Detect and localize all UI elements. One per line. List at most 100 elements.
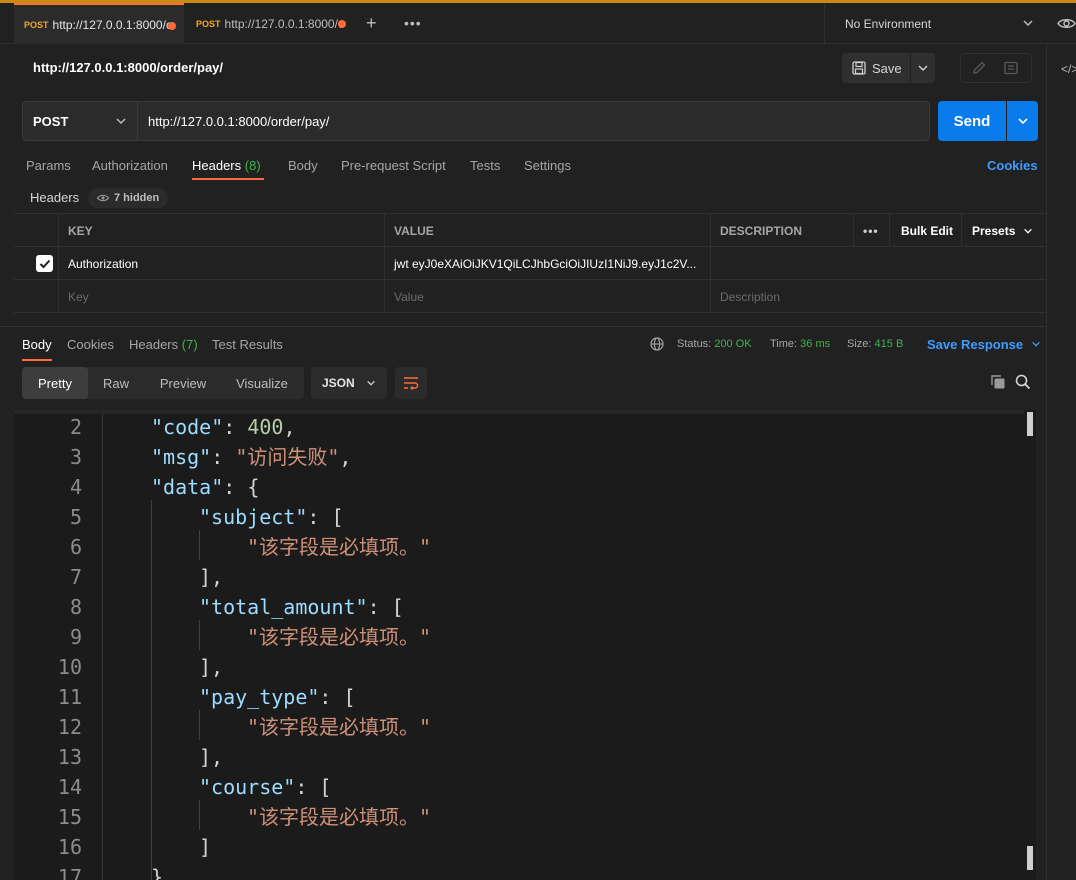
tab-authorization[interactable]: Authorization xyxy=(92,158,168,173)
code-token: "该字段是必填项。" xyxy=(247,805,432,829)
code-line: 13], xyxy=(14,742,1024,772)
hidden-headers-toggle[interactable]: 7 hidden xyxy=(88,188,169,208)
chevron-down-icon xyxy=(1017,118,1028,125)
request-tab[interactable]: POST http://127.0.0.1:8000/c xyxy=(186,3,354,44)
request-tab-active[interactable]: POST http://127.0.0.1:8000/c xyxy=(14,3,184,44)
response-tab-headers[interactable]: Headers (7) xyxy=(129,337,198,352)
new-description-input[interactable]: Description xyxy=(710,280,1046,313)
vertical-scrollbar[interactable] xyxy=(1027,410,1033,876)
request-title[interactable]: http://127.0.0.1:8000/order/pay/ xyxy=(33,60,223,75)
pencil-icon[interactable] xyxy=(971,60,987,79)
response-tab-cookies[interactable]: Cookies xyxy=(67,337,114,352)
code-line: 3 "msg": "访问失败", xyxy=(14,442,1024,472)
environment-selector[interactable]: No Environment xyxy=(824,3,1046,44)
code-token: : [ xyxy=(295,775,332,799)
chevron-down-icon xyxy=(1024,228,1033,234)
request-tabs: Params Authorization Headers (8) Body Pr… xyxy=(0,152,1046,182)
chevron-down-icon xyxy=(918,65,928,72)
row-checkbox[interactable] xyxy=(36,255,53,272)
response-tab-headers-label: Headers xyxy=(129,337,179,352)
header-key-cell[interactable]: Authorization xyxy=(58,247,384,280)
time-info[interactable]: Time: 36 ms xyxy=(770,338,830,350)
pretty-button[interactable]: Pretty xyxy=(22,367,88,399)
search-icon[interactable] xyxy=(1015,374,1031,390)
save-options-button[interactable] xyxy=(911,53,935,83)
scrollbar-thumb[interactable] xyxy=(1027,846,1033,870)
code-line: 2 "code": 400, xyxy=(14,412,1024,442)
code-line: 10], xyxy=(14,652,1024,682)
edit-buttons xyxy=(960,53,1032,83)
code-token: 400 xyxy=(247,415,284,439)
code-snippet-icon[interactable]: </> xyxy=(1061,62,1076,76)
send-button[interactable]: Send xyxy=(938,101,1006,141)
column-options-icon[interactable]: ••• xyxy=(853,214,889,247)
active-tab-indicator xyxy=(192,178,264,180)
globe-icon[interactable] xyxy=(650,337,664,351)
bulk-edit-button[interactable]: Bulk Edit xyxy=(889,214,961,247)
line-number: 12 xyxy=(57,715,82,739)
code-text: "code": 400, xyxy=(151,412,296,442)
checkmark-icon xyxy=(39,259,50,268)
size-info[interactable]: Size: 415 B xyxy=(847,338,903,350)
tab-settings[interactable]: Settings xyxy=(524,158,571,173)
line-number: 3 xyxy=(69,445,82,469)
save-response-button[interactable]: Save Response xyxy=(927,337,1041,352)
raw-button[interactable]: Raw xyxy=(88,367,144,399)
more-tabs-icon[interactable]: ••• xyxy=(404,15,422,31)
method-value: POST xyxy=(33,113,69,129)
response-tab-body[interactable]: Body xyxy=(22,337,52,352)
eye-icon[interactable] xyxy=(1057,17,1076,30)
visualize-button[interactable]: Visualize xyxy=(222,367,302,399)
code-token: ], xyxy=(199,655,224,679)
code-text: ], xyxy=(199,652,223,682)
tab-headers[interactable]: Headers (8) xyxy=(192,158,261,173)
code-line: 16] xyxy=(14,832,1024,862)
code-text: ], xyxy=(199,562,223,592)
code-text: "pay_type": [ xyxy=(199,682,356,712)
editor-top-shadow xyxy=(14,410,1024,414)
header-description-cell[interactable] xyxy=(710,247,1046,280)
url-input[interactable]: http://127.0.0.1:8000/order/pay/ xyxy=(138,101,930,141)
line-number: 17 xyxy=(57,865,82,880)
preview-button[interactable]: Preview xyxy=(144,367,222,399)
row-checkbox-cell xyxy=(14,280,58,313)
new-key-input[interactable]: Key xyxy=(58,280,384,313)
tab-tests[interactable]: Tests xyxy=(470,158,500,173)
tab-prerequest-script[interactable]: Pre-request Script xyxy=(341,158,446,173)
status-info[interactable]: Status: 200 OK xyxy=(677,338,752,350)
code-token: : xyxy=(223,415,248,439)
save-button[interactable]: Save xyxy=(842,53,910,83)
code-line: 9 "该字段是必填项。" xyxy=(14,622,1024,652)
header-value-cell[interactable]: jwt eyJ0eXAiOiJKV1QiLCJhbGciOiJIUzI1NiJ9… xyxy=(384,247,710,280)
tab-url: http://127.0.0.1:8000/c xyxy=(52,17,172,32)
new-value-input[interactable]: Value xyxy=(384,280,710,313)
tab-body[interactable]: Body xyxy=(288,158,318,173)
line-number: 5 xyxy=(69,505,82,529)
new-tab-plus-icon[interactable]: + xyxy=(366,14,377,32)
wrap-lines-button[interactable] xyxy=(395,367,427,399)
code-line: 15 "该字段是必填项。" xyxy=(14,802,1024,832)
presets-dropdown[interactable]: Presets xyxy=(961,214,1046,247)
tab-params[interactable]: Params xyxy=(26,158,71,173)
code-token: : [ xyxy=(319,685,356,709)
row-checkbox-cell xyxy=(14,247,58,280)
code-token: : [ xyxy=(307,505,344,529)
code-token: "msg" xyxy=(151,445,212,469)
response-tab-test-results[interactable]: Test Results xyxy=(212,337,283,352)
time-value: 36 ms xyxy=(800,338,831,350)
response-body-editor[interactable]: 2 "code": 400, 3 "msg": "访问失败", 4 "data": {5 "… xyxy=(14,410,1036,880)
documentation-icon[interactable] xyxy=(1003,60,1019,79)
send-options-button[interactable] xyxy=(1007,101,1038,141)
line-number: 6 xyxy=(69,535,82,559)
method-select[interactable]: POST xyxy=(22,101,138,141)
code-token: ], xyxy=(199,745,224,769)
code-line: 12 "该字段是必填项。" xyxy=(14,712,1024,742)
copy-icon[interactable] xyxy=(990,374,1006,390)
code-text: ], xyxy=(199,742,223,772)
cookies-link[interactable]: Cookies xyxy=(987,158,1038,173)
format-toggle-group: Pretty Raw Preview Visualize xyxy=(22,367,304,399)
size-value: 415 B xyxy=(874,338,904,350)
language-select[interactable]: JSON xyxy=(311,367,387,399)
line-number: 13 xyxy=(57,745,82,769)
size-label: Size: xyxy=(847,338,872,350)
